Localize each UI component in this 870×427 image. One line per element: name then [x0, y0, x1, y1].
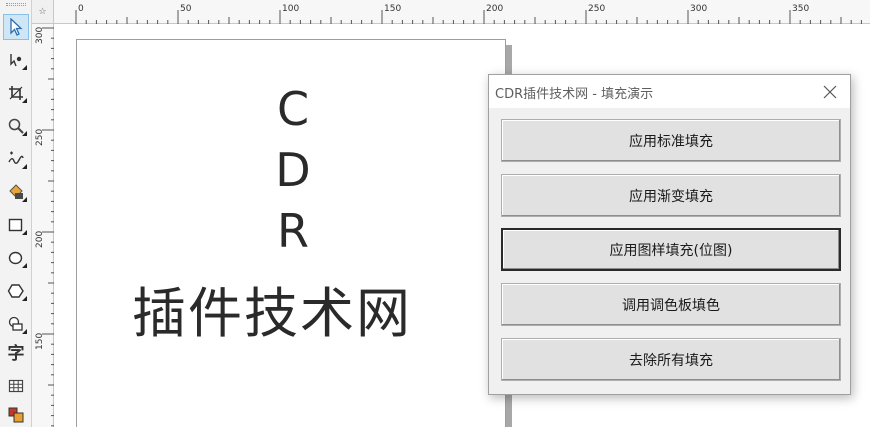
table-icon[interactable]: [3, 373, 29, 399]
text-tool-icon[interactable]: 字: [3, 338, 29, 364]
shape-edit-icon[interactable]: [3, 47, 29, 73]
horizontal-ruler-ticks: 0 50 100 150 200 250 300 350: [75, 4, 862, 24]
pick-arrow-icon[interactable]: [3, 14, 29, 40]
toolbox: 字: [0, 0, 32, 427]
ruler-label: 300: [690, 4, 707, 14]
ruler-label: 250: [588, 4, 605, 14]
smart-fill-icon[interactable]: [3, 179, 29, 205]
ruler-label: 200: [35, 231, 45, 248]
site-name-text[interactable]: 插件技术网: [132, 287, 432, 341]
ruler-label: 350: [792, 4, 809, 14]
letter-r[interactable]: R: [263, 208, 323, 254]
ruler-label: 100: [282, 4, 299, 14]
ruler-label: 250: [35, 129, 45, 146]
crop-icon[interactable]: [3, 80, 29, 106]
zoom-icon[interactable]: [3, 113, 29, 139]
apply-pattern-fill-button[interactable]: 应用图样填充(位图): [501, 228, 841, 271]
close-button[interactable]: [818, 80, 842, 104]
close-icon: [823, 85, 837, 99]
interactive-fill-icon[interactable]: [3, 402, 29, 427]
toolbox-grip[interactable]: [6, 3, 26, 6]
ellipse-icon[interactable]: [3, 245, 29, 271]
ruler-label: 300: [35, 27, 45, 44]
polygon-icon[interactable]: [3, 278, 29, 304]
ruler-origin[interactable]: ☆: [32, 0, 54, 24]
vertical-ruler-ticks: 300 250 200 150: [35, 27, 54, 427]
document-page[interactable]: C D R 插件技术网: [76, 39, 506, 427]
remove-all-fills-button[interactable]: 去除所有填充: [501, 338, 841, 381]
apply-standard-fill-button[interactable]: 应用标准填充: [501, 119, 841, 162]
basic-shapes-icon[interactable]: [3, 311, 29, 337]
apply-gradient-fill-button[interactable]: 应用渐变填充: [501, 174, 841, 217]
ruler-label: 150: [35, 333, 45, 350]
ruler-label: 50: [180, 4, 192, 14]
palette-fill-button[interactable]: 调用调色板填色: [501, 283, 841, 326]
horizontal-ruler[interactable]: 0 50 100 150 200 250 300 350: [54, 0, 870, 24]
rectangle-icon[interactable]: [3, 212, 29, 238]
ruler-origin-icon: ☆: [38, 6, 47, 17]
ruler-label: 0: [78, 4, 84, 14]
letter-c[interactable]: C: [263, 86, 323, 132]
fill-demo-dialog: CDR插件技术网 - 填充演示 应用标准填充 应用渐变填充 应用图样填充(位图)…: [488, 74, 851, 395]
vertical-ruler[interactable]: 300 250 200 150: [32, 24, 54, 427]
ruler-label: 150: [384, 4, 401, 14]
dialog-titlebar[interactable]: CDR插件技术网 - 填充演示: [489, 75, 850, 108]
ruler-label: 200: [486, 4, 503, 14]
letter-d[interactable]: D: [263, 147, 323, 193]
freehand-icon[interactable]: [3, 146, 29, 172]
dialog-title: CDR插件技术网 - 填充演示: [495, 87, 654, 102]
text-tool-glyph: 字: [7, 343, 25, 364]
